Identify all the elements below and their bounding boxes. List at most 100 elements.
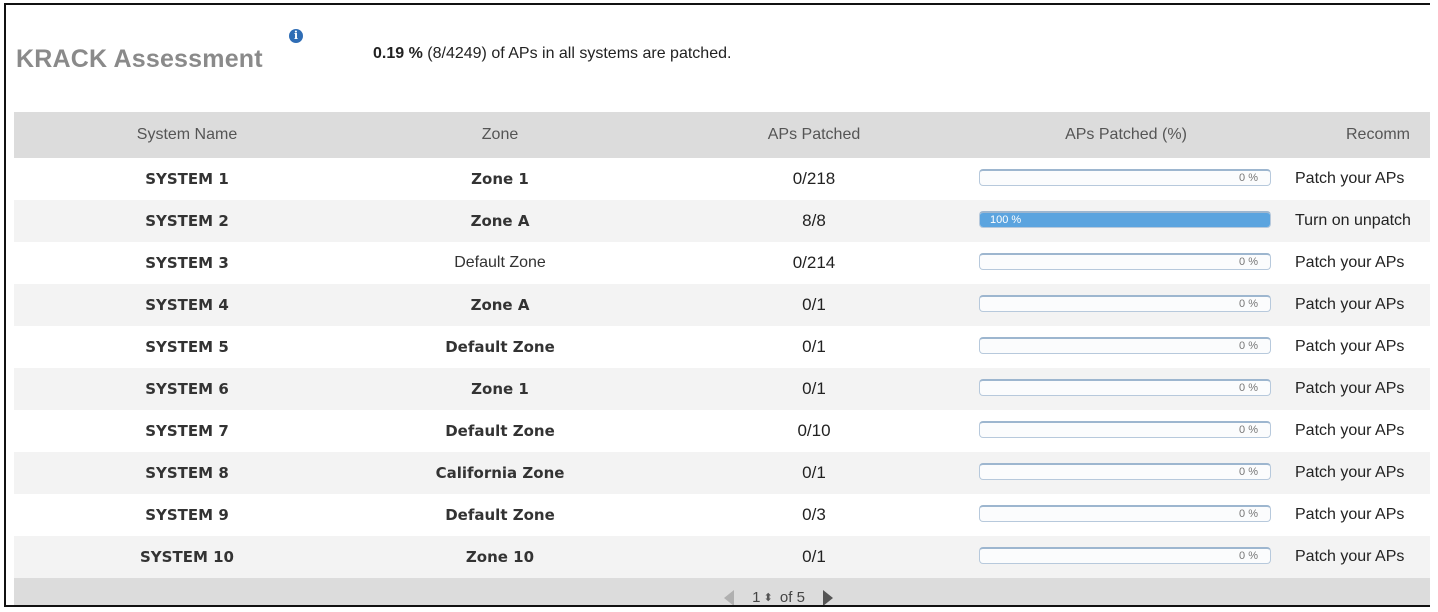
zone-cell: Default Zone [445, 506, 555, 524]
aps-patched-pct-cell: 0 % [979, 494, 1273, 536]
system-name-cell: SYSTEM 10 [140, 548, 234, 566]
progress-bar: 0 % [979, 505, 1271, 522]
recommendation-cell: Patch your APs [1295, 338, 1405, 355]
aps-patched-pct-cell: 100 % [979, 200, 1273, 242]
progress-label: 0 % [1239, 340, 1258, 352]
progress-bar: 0 % [979, 253, 1271, 270]
krack-assessment-panel: KRACK Assessment i 0.19 % (8/4249) of AP… [4, 3, 1430, 607]
table-header: System Name Zone APs Patched APs Patched… [14, 112, 1430, 158]
aps-patched-cell: 8/8 [802, 211, 826, 230]
table-row[interactable]: SYSTEM 9 Default Zone 0/3 0 % Patch your APs [14, 494, 1430, 536]
page-number: 1 [752, 589, 761, 607]
recommendation-cell: Patch your APs [1295, 296, 1405, 313]
page-number-select[interactable]: 1 ⬍ [752, 578, 776, 607]
column-header-system-name[interactable]: System Name [102, 112, 272, 158]
aps-patched-cell: 0/1 [802, 463, 826, 482]
progress-label: 0 % [1239, 466, 1258, 478]
aps-patched-cell: 0/1 [802, 337, 826, 356]
column-header-recommendation[interactable]: Recomm [1346, 112, 1410, 158]
zone-cell: Zone 1 [471, 380, 529, 398]
table-row[interactable]: SYSTEM 8 California Zone 0/1 0 % Patch your … [14, 452, 1430, 494]
system-name-cell: SYSTEM 1 [145, 170, 229, 188]
recommendation-cell: Patch your APs [1295, 254, 1405, 271]
system-name-cell: SYSTEM 8 [145, 464, 229, 482]
table-row[interactable]: SYSTEM 7 Default Zone 0/10 0 % Patch your AP… [14, 410, 1430, 452]
table-row[interactable]: SYSTEM 1 Zone 1 0/218 0 % Patch your APs [14, 158, 1430, 200]
table-row[interactable]: SYSTEM 5 Default Zone 0/1 0 % Patch your APs [14, 326, 1430, 368]
aps-patched-cell: 0/10 [797, 421, 831, 440]
info-icon[interactable]: i [289, 29, 303, 43]
progress-label: 0 % [1239, 424, 1258, 436]
aps-patched-pct-cell: 0 % [979, 284, 1273, 326]
recommendation-cell: Patch your APs [1295, 506, 1405, 523]
progress-label: 100 % [990, 214, 1022, 226]
pagination: 1 ⬍ of 5 [724, 578, 834, 607]
recommendation-cell: Patch your APs [1295, 170, 1405, 187]
progress-bar: 0 % [979, 337, 1271, 354]
zone-cell: Zone 10 [465, 548, 535, 566]
system-name-cell: SYSTEM 2 [145, 212, 229, 230]
page-stepper-icon[interactable]: ⬍ [764, 578, 773, 605]
column-header-aps-patched-pct[interactable]: APs Patched (%) [979, 112, 1273, 158]
prev-page-icon[interactable] [724, 590, 734, 605]
progress-label: 0 % [1239, 172, 1258, 184]
page-count: of 5 [779, 589, 805, 607]
recommendation-cell: Patch your APs [1295, 380, 1405, 397]
recommendation-cell: Patch your APs [1295, 422, 1405, 439]
progress-bar: 100 % [979, 211, 1271, 228]
progress-bar: 0 % [979, 421, 1271, 438]
table-row[interactable]: SYSTEM 6 Zone 1 0/1 0 % Patch your APs [14, 368, 1430, 410]
recommendation-cell: Patch your APs [1295, 464, 1405, 481]
table-row[interactable]: SYSTEM 10 Zone 10 0/1 0 % Patch your APs [14, 536, 1430, 578]
system-name-cell: SYSTEM 9 [145, 506, 229, 524]
zone-cell: Default Zone [454, 254, 546, 271]
progress-label: 0 % [1239, 382, 1258, 394]
aps-patched-cell: 0/1 [802, 547, 826, 566]
zone-cell: Zone A [470, 212, 530, 230]
patch-summary: 0.19 % (8/4249) of APs in all systems ar… [373, 45, 731, 63]
progress-bar-fill [980, 213, 1270, 227]
progress-bar: 0 % [979, 169, 1271, 186]
progress-label: 0 % [1239, 508, 1258, 520]
system-name-cell: SYSTEM 4 [145, 296, 229, 314]
system-name-cell: SYSTEM 3 [145, 254, 229, 272]
system-name-cell: SYSTEM 6 [145, 380, 229, 398]
progress-label: 0 % [1239, 298, 1258, 310]
progress-bar: 0 % [979, 295, 1271, 312]
page-title: KRACK Assessment [16, 45, 263, 73]
progress-label: 0 % [1239, 256, 1258, 268]
progress-bar: 0 % [979, 463, 1271, 480]
krack-table: System Name Zone APs Patched APs Patched… [14, 112, 1430, 607]
table-row[interactable]: SYSTEM 2 Zone A 8/8 100 % Turn on unpatch [14, 200, 1430, 242]
system-name-cell: SYSTEM 5 [145, 338, 229, 356]
table-row[interactable]: SYSTEM 4 Zone A 0/1 0 % Patch your APs [14, 284, 1430, 326]
aps-patched-cell: 0/3 [802, 505, 826, 524]
aps-patched-pct-cell: 0 % [979, 410, 1273, 452]
progress-bar: 0 % [979, 547, 1271, 564]
aps-patched-pct-cell: 0 % [979, 242, 1273, 284]
aps-patched-pct-cell: 0 % [979, 452, 1273, 494]
column-header-zone[interactable]: Zone [362, 112, 638, 158]
table-body: SYSTEM 1 Zone 1 0/218 0 % Patch your APs SYST… [14, 158, 1430, 578]
summary-text: of APs in all systems are patched. [491, 45, 732, 62]
system-name-cell: SYSTEM 7 [145, 422, 229, 440]
summary-percent: 0.19 % [373, 45, 423, 62]
column-header-aps-patched[interactable]: APs Patched [714, 112, 914, 158]
aps-patched-cell: 0/218 [792, 169, 836, 188]
aps-patched-cell: 0/1 [802, 295, 826, 314]
aps-patched-pct-cell: 0 % [979, 368, 1273, 410]
zone-cell: Zone A [470, 296, 530, 314]
zone-cell: Default Zone [445, 338, 555, 356]
progress-label: 0 % [1239, 550, 1258, 562]
aps-patched-pct-cell: 0 % [979, 158, 1273, 200]
table-footer: 1 ⬍ of 5 [14, 578, 1430, 607]
table-row[interactable]: SYSTEM 3 Default Zone 0/214 0 % Patch your A… [14, 242, 1430, 284]
progress-bar: 0 % [979, 379, 1271, 396]
summary-count: (8/4249) [427, 45, 487, 62]
aps-patched-cell: 0/214 [792, 253, 836, 272]
zone-cell: Zone 1 [471, 170, 529, 188]
recommendation-cell: Patch your APs [1295, 548, 1405, 565]
aps-patched-cell: 0/1 [802, 379, 826, 398]
next-page-icon[interactable] [823, 590, 834, 605]
aps-patched-pct-cell: 0 % [979, 536, 1273, 578]
